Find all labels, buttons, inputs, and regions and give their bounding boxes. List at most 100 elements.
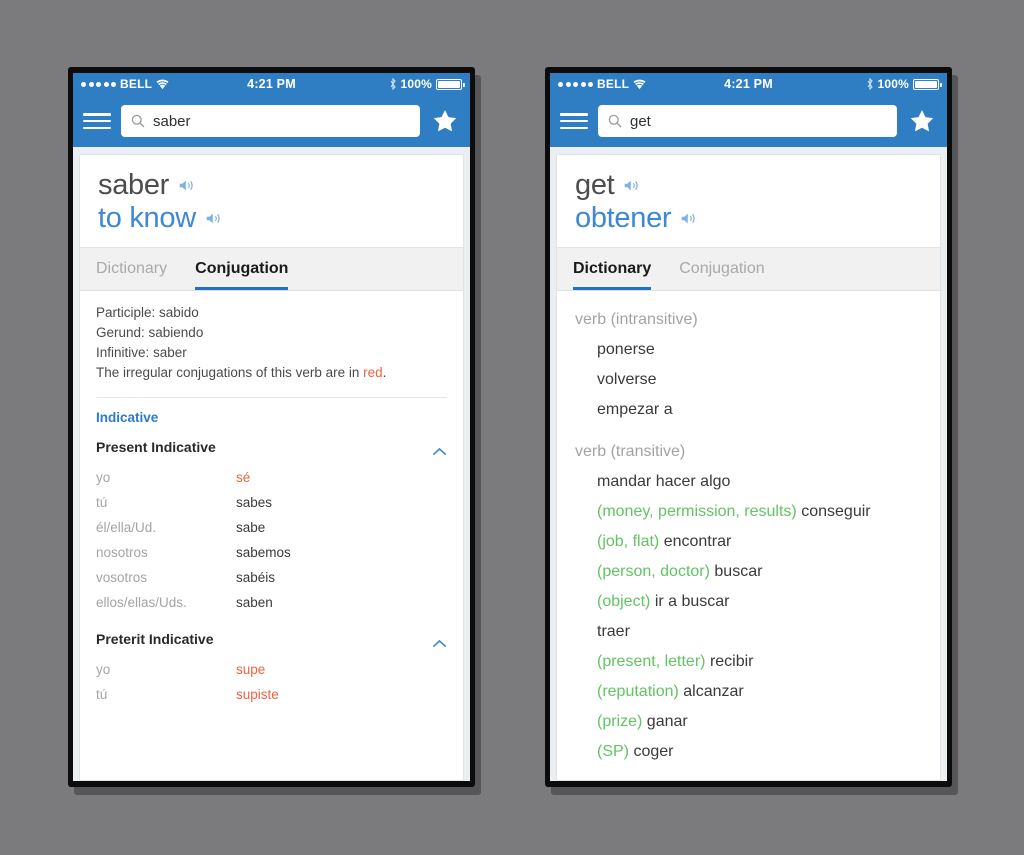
sense-context: (SP) (597, 743, 629, 760)
gerund-line: Gerund: sabiendo (96, 325, 204, 340)
pronoun: tú (96, 495, 108, 510)
nav-bar-right: get (550, 95, 947, 147)
search-input-value: get (630, 112, 651, 130)
conjugation-row: tú supiste (96, 682, 447, 707)
sense-item[interactable]: (person, doctor) buscar (575, 557, 924, 587)
sense-item[interactable]: ponerse (575, 335, 924, 365)
sense-context: (money, permission, results) (597, 503, 797, 520)
pronoun: yo (96, 662, 111, 677)
tense-header-present[interactable]: Present Indicative (96, 439, 447, 455)
conjugation-row: ellos/ellas/Uds. saben (96, 590, 447, 615)
mood-label: Indicative (96, 410, 159, 425)
sense-term: buscar (714, 563, 763, 580)
headword-term: get (575, 169, 615, 201)
tense-name: Preterit Indicative (96, 631, 214, 647)
screenshot-stage: BELL 4:21 PM 100% saber saber to know Di… (0, 0, 1024, 855)
headword-block-left: saber to know (80, 155, 463, 247)
battery-full-icon (436, 78, 465, 90)
hamburger-icon[interactable] (560, 111, 588, 131)
conjugation-row: él/ella/Ud. sabe (96, 515, 447, 540)
translation-term: to know (98, 202, 196, 234)
search-icon (131, 114, 145, 128)
status-left-group: BELL (558, 77, 646, 91)
entry-card-left: saber to know Dictionary Conjugation Par… (79, 154, 464, 781)
pronoun: él/ella/Ud. (96, 520, 157, 535)
speaker-icon[interactable] (623, 178, 642, 193)
tab-dictionary[interactable]: Dictionary (96, 248, 179, 290)
headword-term: saber (98, 169, 170, 201)
sense-item[interactable]: volverse (575, 365, 924, 395)
entry-card-right: get obtener Dictionary Conjugation verb … (556, 154, 941, 781)
sense-item[interactable]: (job, flat) encontrar (575, 527, 924, 557)
sense-item[interactable]: mandar hacer algo (575, 467, 924, 497)
status-bar-right: BELL 4:21 PM 100% (550, 73, 947, 95)
sense-item[interactable]: (money, permission, results) conseguir (575, 497, 924, 527)
sense-item[interactable]: traer (575, 617, 924, 647)
sense-term: alcanzar (683, 683, 744, 700)
scroll-area-left[interactable]: saber to know Dictionary Conjugation Par… (73, 147, 470, 781)
headword-block-right: get obtener (557, 155, 940, 247)
pronoun: tú (96, 687, 108, 702)
hamburger-icon[interactable] (83, 111, 111, 131)
sense-item[interactable]: empezar a (575, 395, 924, 425)
wifi-icon (156, 79, 169, 90)
signal-dots-icon (558, 81, 593, 87)
tab-bar-right: Dictionary Conjugation (557, 247, 940, 291)
part-of-speech-label: verb (intransitive) (575, 311, 698, 328)
verb-form: supe (236, 662, 266, 677)
bluetooth-icon (866, 77, 874, 91)
bluetooth-icon (389, 77, 397, 91)
conjugation-body: Participle: sabido Gerund: sabiendo Infi… (80, 291, 463, 707)
conjugation-row: tú sabes (96, 490, 447, 515)
sense-item[interactable]: (present, letter) recibir (575, 647, 924, 677)
tense-header-preterit[interactable]: Preterit Indicative (96, 631, 447, 647)
battery-percent-label: 100% (400, 77, 432, 91)
tab-conjugation[interactable]: Conjugation (679, 248, 776, 290)
verb-form: supiste (236, 687, 279, 702)
speaker-icon[interactable] (680, 211, 699, 226)
verb-form: sabemos (236, 545, 291, 560)
tab-conjugation[interactable]: Conjugation (195, 248, 300, 290)
sense-item[interactable]: (prize) ganar (575, 707, 924, 737)
sense-term: traer (597, 623, 630, 640)
star-icon[interactable] (430, 106, 460, 136)
translation-row: to know (98, 202, 445, 235)
status-right-group: 100% (866, 77, 942, 91)
sense-context: (job, flat) (597, 533, 660, 550)
sense-item[interactable]: (object) ir a buscar (575, 587, 924, 617)
irregular-note-highlight: red (363, 365, 383, 380)
sense-item[interactable]: (reputation) alcanzar (575, 677, 924, 707)
sense-item[interactable]: (SP) coger (575, 737, 924, 767)
speaker-icon[interactable] (178, 178, 197, 193)
star-icon[interactable] (907, 106, 937, 136)
sense-term: ponerse (597, 341, 655, 358)
sense-term: empezar a (597, 401, 673, 418)
search-icon (608, 114, 622, 128)
translation-row: obtener (575, 202, 922, 235)
translation-term: obtener (575, 202, 672, 234)
pronoun: nosotros (96, 545, 148, 560)
tab-dictionary[interactable]: Dictionary (573, 248, 663, 290)
search-input-value: saber (153, 112, 191, 130)
search-input[interactable]: saber (121, 105, 420, 137)
scroll-area-right[interactable]: get obtener Dictionary Conjugation verb … (550, 147, 947, 781)
phone-left: BELL 4:21 PM 100% saber saber to know Di… (68, 67, 475, 787)
pronoun: vosotros (96, 570, 148, 585)
battery-full-icon (913, 78, 942, 90)
headword-row: saber (98, 169, 445, 202)
pronoun: ellos/ellas/Uds. (96, 595, 187, 610)
phone-right: BELL 4:21 PM 100% get get obtener Dictio… (545, 67, 952, 787)
sense-context: (present, letter) (597, 653, 706, 670)
divider (96, 397, 447, 398)
infinitive-line: Infinitive: saber (96, 345, 187, 360)
verb-form: sabe (236, 520, 266, 535)
verb-form: saben (236, 595, 273, 610)
carrier-label: BELL (120, 77, 153, 91)
sense-context: (person, doctor) (597, 563, 710, 580)
search-input[interactable]: get (598, 105, 897, 137)
status-right-group: 100% (389, 77, 465, 91)
carrier-label: BELL (597, 77, 630, 91)
sense-term: coger (633, 743, 674, 760)
speaker-icon[interactable] (205, 211, 224, 226)
sense-term: ir a buscar (654, 593, 730, 610)
